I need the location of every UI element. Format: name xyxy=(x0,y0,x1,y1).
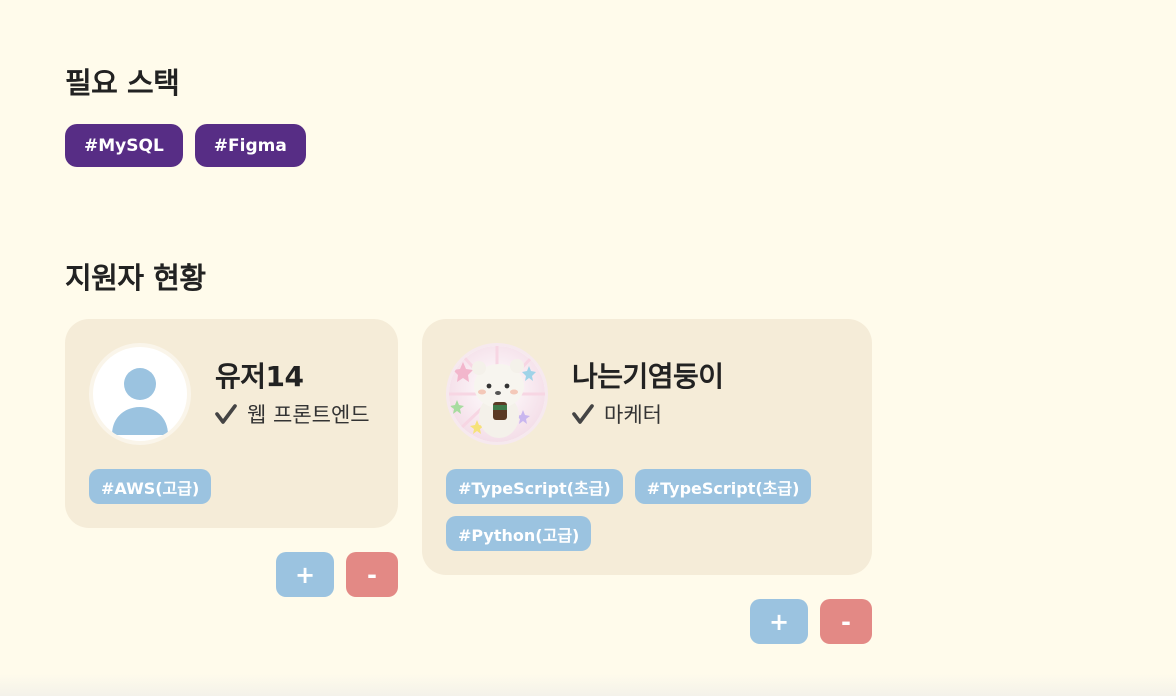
stack-tag-figma: #Figma xyxy=(194,124,306,167)
skill-tag: #AWS(고급) xyxy=(89,469,212,504)
skill-tag: #TypeScript(초급) xyxy=(446,469,623,504)
applicant-role-row: 마케터 xyxy=(572,399,662,429)
applicant-role: 마케터 xyxy=(604,403,662,427)
check-icon xyxy=(215,404,237,424)
applicant-role: 웹 프론트엔드 xyxy=(247,403,370,427)
skill-tag: #TypeScript(초급) xyxy=(634,469,812,504)
skill-tag: #Python(고급) xyxy=(446,516,592,551)
stack-tag-mysql: #MySQL xyxy=(65,124,183,167)
reject-button[interactable]: - xyxy=(820,599,872,644)
check-icon xyxy=(572,404,594,424)
applicant-name: 나는기염둥이 xyxy=(572,360,724,393)
accept-button[interactable]: + xyxy=(750,599,808,644)
reject-button[interactable]: - xyxy=(346,552,398,597)
applicant-card: 유저14 웹 프론트엔드 #AWS(고급) xyxy=(65,319,398,528)
applicant-role-row: 웹 프론트엔드 xyxy=(215,399,370,429)
applicant-card: 나는기염둥이 마케터 #TypeScript(초급) #TypeScript(초… xyxy=(422,319,872,575)
default-user-icon xyxy=(89,343,191,445)
bear-character-photo xyxy=(446,343,548,445)
applicant-skill-tags: #TypeScript(초급) #TypeScript(초급) #Python(… xyxy=(446,469,826,551)
required-stack-title: 필요 스택 xyxy=(65,66,180,100)
applicant-name: 유저14 xyxy=(215,360,304,393)
accept-button[interactable]: + xyxy=(276,552,334,597)
applicants-title: 지원자 현황 xyxy=(65,261,206,295)
applicant-skill-tags: #AWS(고급) xyxy=(89,469,212,504)
required-stack-tags: #MySQL #Figma xyxy=(65,124,306,167)
bottom-fade xyxy=(0,674,1176,696)
